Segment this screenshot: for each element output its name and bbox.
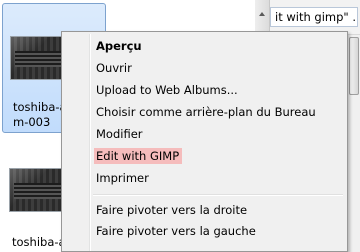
scroll-up-button[interactable] bbox=[255, 0, 270, 34]
menu-separator bbox=[93, 194, 343, 196]
vertical-scrollbar[interactable] bbox=[347, 35, 360, 252]
menu-item-edit-with-gimp[interactable]: Edit with GIMP bbox=[64, 145, 345, 167]
menu-item-set-desktop-background[interactable]: Choisir comme arrière-plan du Bureau bbox=[64, 101, 345, 123]
scrollbar-thumb[interactable] bbox=[349, 37, 359, 95]
menu-item-modifier[interactable]: Modifier bbox=[64, 123, 345, 145]
menu-item-ouvrir[interactable]: Ouvrir bbox=[64, 57, 345, 79]
menu-item-rotate-left[interactable]: Faire pivoter vers la gauche bbox=[64, 220, 345, 242]
image-thumbnail bbox=[9, 168, 67, 212]
menu-item-imprimer[interactable]: Imprimer bbox=[64, 167, 345, 189]
context-menu: Aperçu Ouvrir Upload to Web Albums... Ch… bbox=[61, 31, 348, 252]
menu-item-rotate-right[interactable]: Faire pivoter vers la droite bbox=[64, 199, 345, 221]
search-box[interactable]: it with gimp" ... bbox=[270, 7, 358, 27]
menu-item-apercu[interactable]: Aperçu bbox=[64, 35, 345, 57]
menu-item-upload-web-albums[interactable]: Upload to Web Albums... bbox=[64, 79, 345, 101]
image-thumbnail bbox=[10, 36, 68, 80]
